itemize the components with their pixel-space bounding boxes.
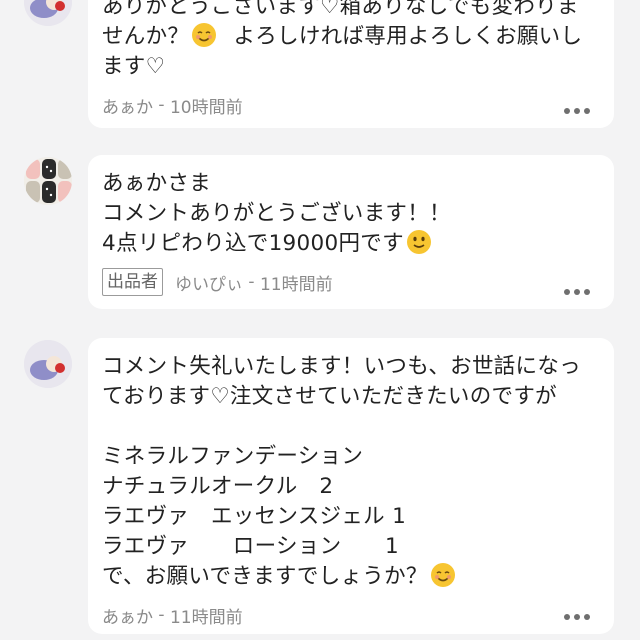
smiling-face-icon: [430, 562, 456, 588]
comment-text: あぁかさま コメントありがとうございます！！ 4点リピわり込で19000円です: [102, 171, 451, 256]
comment-bubble: コメント失礼いたします！いつも、お世話になっ ております♡注文させていただきたい…: [88, 338, 614, 634]
comment-text: ありがとうございます♡箱ありなしでも変わりま せんか？ よろしければ専用よろしく…: [102, 0, 583, 79]
avatar[interactable]: [24, 157, 72, 205]
smiling-face-icon: [191, 22, 217, 48]
comment-item: あぁかさま コメントありがとうございます！！ 4点リピわり込で19000円です …: [0, 155, 640, 310]
comment-meta: あぁか - 11時間前: [102, 600, 600, 630]
comment-time: 11時間前: [259, 274, 333, 295]
slightly-smiling-face-icon: [406, 229, 432, 255]
comment-time: 10時間前: [169, 97, 243, 118]
comment-author[interactable]: あぁか: [102, 603, 153, 628]
more-dots-icon[interactable]: [564, 108, 590, 114]
avatar[interactable]: [24, 340, 72, 388]
comment-bubble: ありがとうございます♡箱ありなしでも変わりま せんか？ よろしければ専用よろしく…: [88, 0, 614, 128]
comment-time: 11時間前: [169, 607, 243, 628]
seller-badge: 出品者: [102, 268, 163, 296]
avatar[interactable]: [24, 0, 72, 26]
comment-meta: 出品者 ゆいぴぃ - 11時間前: [102, 267, 600, 297]
comment-item: ありがとうございます♡箱ありなしでも変わりま せんか？ よろしければ専用よろしく…: [0, 0, 640, 130]
comment-bubble: あぁかさま コメントありがとうございます！！ 4点リピわり込で19000円です …: [88, 155, 614, 309]
more-dots-icon[interactable]: [564, 614, 590, 620]
meta-separator: -: [153, 95, 170, 115]
meta-separator: -: [153, 605, 170, 625]
comment-author[interactable]: あぁか: [102, 93, 153, 118]
comment-text: コメント失礼いたします！いつも、お世話になっ ております♡注文させていただきたい…: [102, 354, 581, 589]
comment-author[interactable]: ゆいぴぃ: [175, 270, 243, 295]
comment-meta: あぁか - 10時間前: [102, 90, 600, 120]
more-dots-icon[interactable]: [564, 289, 590, 295]
comment-item: コメント失礼いたします！いつも、お世話になっ ております♡注文させていただきたい…: [0, 338, 640, 640]
meta-separator: -: [243, 272, 260, 292]
